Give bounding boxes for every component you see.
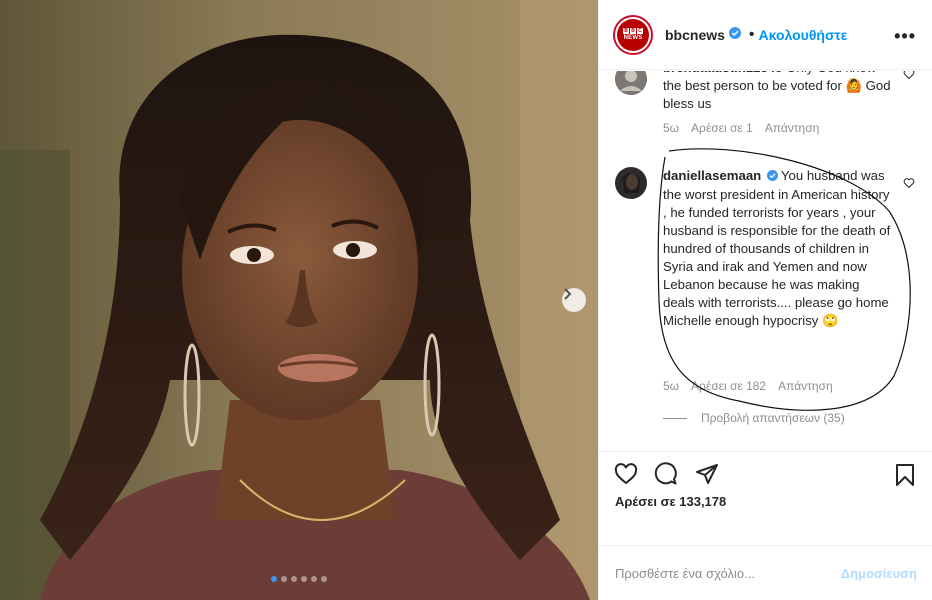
header-username[interactable]: bbcnews: [665, 27, 725, 43]
carousel-dot: [271, 576, 277, 582]
logo-sub: NEWS: [623, 35, 643, 41]
logo-letter: C: [637, 28, 643, 34]
action-bar: [599, 451, 932, 495]
carousel-dot: [311, 576, 317, 582]
bbc-logo: B B C NEWS: [617, 18, 649, 51]
portrait-image: [0, 0, 598, 600]
comment-icon[interactable]: [653, 462, 679, 486]
carousel-dot: [321, 576, 327, 582]
share-icon[interactable]: [694, 462, 720, 486]
carousel-dot: [301, 576, 307, 582]
header-separator: •: [748, 25, 755, 43]
bookmark-icon[interactable]: [893, 462, 917, 488]
add-comment-bar: Δημοσίευση: [599, 545, 932, 600]
carousel-indicator: [0, 576, 598, 582]
more-options-icon[interactable]: •••: [894, 26, 916, 47]
comment-input[interactable]: [615, 565, 841, 581]
comments-list[interactable]: brendaaustin12345 Only God know the best…: [599, 71, 932, 451]
hand-drawn-circle-annotation: [657, 148, 911, 411]
bbc-avatar[interactable]: B B C NEWS: [613, 14, 653, 55]
verified-icon: [728, 26, 741, 44]
carousel-dot: [281, 576, 287, 582]
likes-count[interactable]: Αρέσει σε 133,178: [615, 494, 726, 509]
follow-button[interactable]: Ακολουθήστε: [759, 27, 848, 43]
post-sidebar: B B C NEWS bbcnews • Ακολουθήστε ••• bre…: [598, 0, 932, 600]
carousel-dot: [291, 576, 297, 582]
post-comment-button[interactable]: Δημοσίευση: [841, 566, 917, 581]
post-photo[interactable]: [0, 0, 598, 600]
logo-letter: B: [630, 28, 636, 34]
heart-icon[interactable]: [613, 462, 639, 486]
post-header: B B C NEWS bbcnews • Ακολουθήστε •••: [599, 0, 932, 70]
next-slide-button[interactable]: [562, 288, 586, 312]
logo-letter: B: [623, 28, 629, 34]
chevron-right-icon: [564, 288, 572, 300]
